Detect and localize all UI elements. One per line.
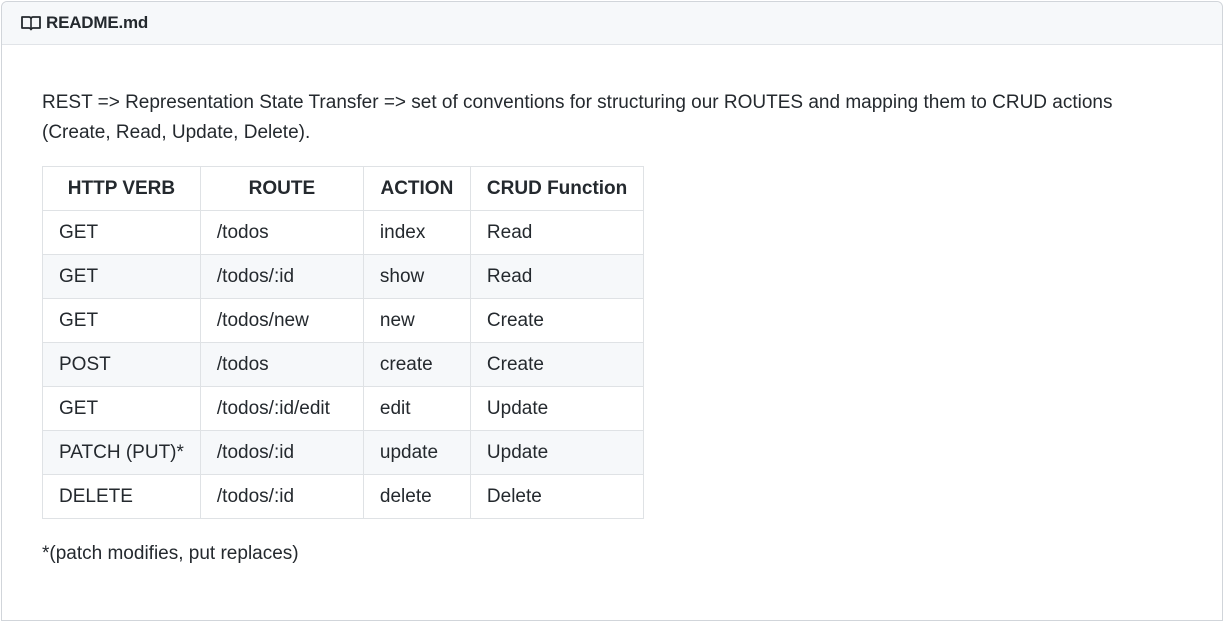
table-row: GET /todos/:id show Read [42, 254, 645, 299]
cell-action: index [362, 210, 471, 255]
cell-crud-function: Update [469, 430, 645, 475]
footnote: *(patch modifies, put replaces) [42, 543, 299, 564]
table-row: POST /todos create Create [42, 342, 645, 387]
cell-route: /todos/:id [199, 430, 364, 475]
cell-http-verb: GET [42, 254, 201, 299]
cell-crud-function: Create [469, 342, 645, 387]
cell-http-verb: POST [42, 342, 201, 387]
cell-action: delete [362, 474, 471, 519]
table-row: GET /todos/:id/edit edit Update [42, 386, 645, 431]
column-header-http-verb: HTTP VERB [42, 166, 201, 211]
column-header-route: ROUTE [199, 166, 364, 211]
book-icon [21, 15, 41, 31]
cell-action: show [362, 254, 471, 299]
cell-action: new [362, 298, 471, 343]
cell-crud-function: Delete [469, 474, 645, 519]
column-header-crud-function: CRUD Function [469, 166, 645, 211]
cell-http-verb: GET [42, 386, 201, 431]
table-row: GET /todos index Read [42, 210, 645, 255]
cell-crud-function: Read [469, 254, 645, 299]
cell-route: /todos/new [199, 298, 364, 343]
cell-route: /todos/:id [199, 474, 364, 519]
routes-table: HTTP VERB ROUTE ACTION CRUD Function GET… [42, 166, 645, 519]
table-row: PATCH (PUT)* /todos/:id update Update [42, 430, 645, 475]
table-row: GET /todos/new new Create [42, 298, 645, 343]
cell-route: /todos [199, 210, 364, 255]
cell-crud-function: Read [469, 210, 645, 255]
readme-body: REST => Representation State Transfer =>… [42, 88, 1182, 565]
cell-http-verb: GET [42, 298, 201, 343]
readme-container: README.md REST => Representation State T… [1, 1, 1223, 621]
column-header-action: ACTION [362, 166, 471, 211]
cell-route: /todos/:id [199, 254, 364, 299]
cell-route: /todos [199, 342, 364, 387]
cell-crud-function: Create [469, 298, 645, 343]
cell-http-verb: GET [42, 210, 201, 255]
cell-crud-function: Update [469, 386, 645, 431]
readme-filename[interactable]: README.md [46, 13, 148, 33]
cell-action: create [362, 342, 471, 387]
cell-route: /todos/:id/edit [199, 386, 364, 431]
cell-http-verb: PATCH (PUT)* [42, 430, 201, 475]
intro-paragraph: REST => Representation State Transfer =>… [42, 92, 1113, 143]
cell-action: edit [362, 386, 471, 431]
cell-http-verb: DELETE [42, 474, 201, 519]
table-row: DELETE /todos/:id delete Delete [42, 474, 645, 519]
cell-action: update [362, 430, 471, 475]
readme-header: README.md [2, 2, 1222, 45]
table-header-row: HTTP VERB ROUTE ACTION CRUD Function [42, 166, 645, 211]
